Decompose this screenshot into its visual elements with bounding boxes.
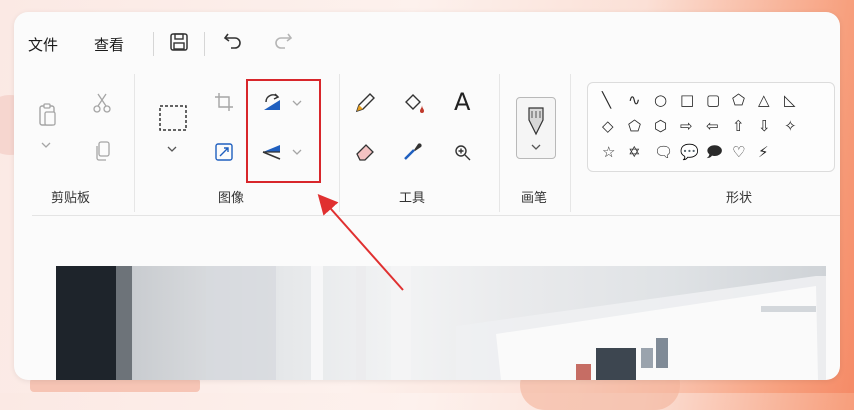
copy-icon[interactable] <box>94 140 112 162</box>
shape-item[interactable]: ▢ <box>706 93 720 108</box>
undo-icon[interactable] <box>222 30 244 52</box>
paste-icon[interactable] <box>37 102 59 128</box>
ribbon-bottom-border <box>32 215 840 216</box>
shape-item[interactable]: ∿ <box>628 93 641 108</box>
shape-item[interactable]: 🗩 <box>706 145 723 160</box>
shape-item[interactable]: ⬠ <box>628 119 641 134</box>
shape-item[interactable]: ◇ <box>602 119 614 134</box>
shape-item[interactable]: ⇨ <box>680 119 693 134</box>
group-divider <box>499 74 500 212</box>
shape-item[interactable]: ✡ <box>628 145 641 160</box>
shape-item[interactable]: ⇩ <box>758 119 771 134</box>
resize-icon[interactable] <box>214 142 234 162</box>
cut-icon[interactable] <box>92 92 112 114</box>
shape-item[interactable]: ✧ <box>784 119 797 134</box>
menu-divider <box>153 32 154 56</box>
canvas-image[interactable] <box>56 266 826 380</box>
group-label-clipboard: 剪贴板 <box>51 191 91 206</box>
menu-divider <box>204 32 205 56</box>
save-icon[interactable] <box>169 32 189 52</box>
redo-icon[interactable] <box>272 30 294 52</box>
menu-view[interactable]: 查看 <box>94 34 124 55</box>
chevron-down-icon <box>531 144 541 150</box>
group-label-tools: 工具 <box>399 191 426 206</box>
group-divider <box>134 74 135 212</box>
shape-item[interactable]: ⬡ <box>654 119 667 134</box>
brush-icon <box>528 107 544 136</box>
shape-item[interactable]: 💬 <box>680 145 699 160</box>
fill-icon[interactable] <box>402 92 426 114</box>
highlight-box <box>246 79 321 183</box>
group-label-shapes: 形状 <box>726 191 753 206</box>
canvas-photo-content <box>56 266 826 380</box>
menu-file[interactable]: 文件 <box>28 34 58 55</box>
color-picker-icon[interactable] <box>402 140 424 162</box>
shape-item[interactable]: ⇦ <box>706 119 719 134</box>
shape-item[interactable]: ○ <box>654 93 667 108</box>
shape-item[interactable]: □ <box>680 93 694 108</box>
background-blob <box>30 378 200 392</box>
select-icon[interactable] <box>158 104 188 132</box>
shapes-gallery: ╲ ∿ ○ □ ▢ ⬠ △ ◺ ◇ ⬠ ⬡ ⇨ ⇦ ⇧ ⇩ ✧ ☆ ✡ 🗨 💬 … <box>587 82 835 172</box>
brush-selector[interactable] <box>516 97 556 159</box>
shape-item[interactable]: ☆ <box>602 145 615 160</box>
shape-item[interactable]: △ <box>758 93 770 108</box>
shape-item[interactable]: ⚡ <box>758 145 769 160</box>
magnifier-icon[interactable] <box>454 144 472 162</box>
paint-window: 文件 查看 剪贴板 图像 A 工具 画笔 ╲ ∿ ○ □ ▢ ⬠ △ ◺ ◇ ⬠… <box>14 12 840 380</box>
shape-item[interactable]: ◺ <box>784 93 796 108</box>
shape-item[interactable]: ⇧ <box>732 119 745 134</box>
shape-item[interactable]: ♡ <box>732 145 745 160</box>
chevron-down-icon[interactable] <box>40 140 52 150</box>
text-tool[interactable]: A <box>454 88 470 116</box>
eraser-icon[interactable] <box>354 142 376 162</box>
chevron-down-icon[interactable] <box>166 144 178 154</box>
shape-item[interactable]: ╲ <box>602 93 611 108</box>
group-label-brush: 画笔 <box>521 191 548 206</box>
menu-bar: 文件 查看 <box>14 12 840 67</box>
group-divider <box>570 74 571 212</box>
shape-item[interactable]: ⬠ <box>732 93 745 108</box>
group-label-image: 图像 <box>218 191 245 206</box>
shape-item[interactable]: 🗨 <box>654 145 673 160</box>
crop-icon[interactable] <box>214 92 234 112</box>
group-divider <box>339 74 340 212</box>
pencil-icon[interactable] <box>354 92 376 114</box>
